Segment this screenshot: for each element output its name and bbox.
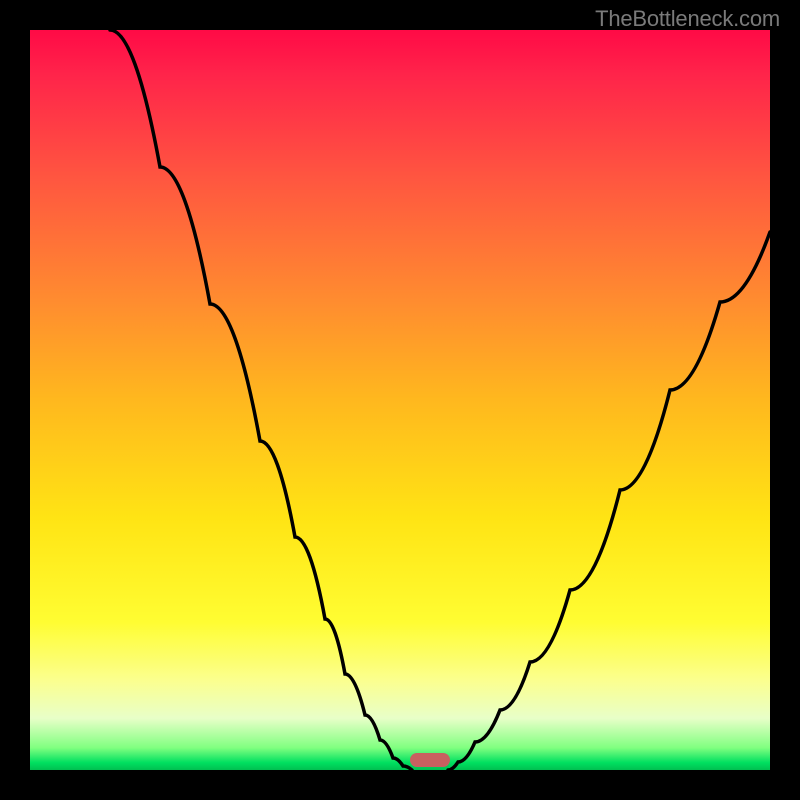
chart-frame (30, 30, 770, 770)
right-curve-path (448, 232, 770, 770)
left-curve-path (110, 30, 412, 770)
bottleneck-marker (410, 753, 450, 767)
watermark-text: TheBottleneck.com (595, 6, 780, 32)
chart-curves (30, 30, 770, 770)
